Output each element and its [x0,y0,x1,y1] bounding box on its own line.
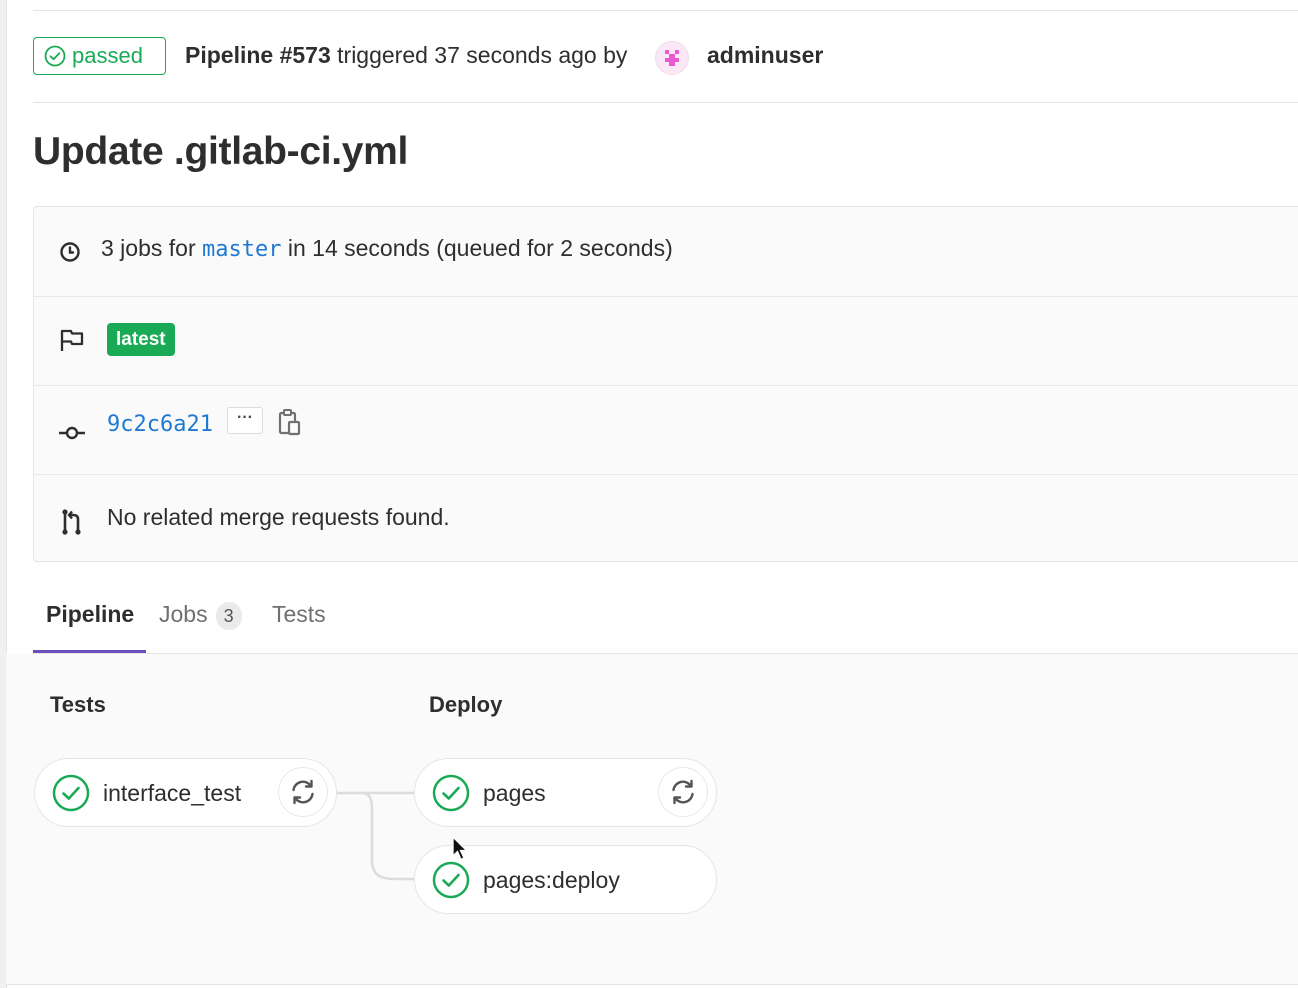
clock-icon [60,242,80,262]
pipeline-info-panel: 3 jobs for master in 14 seconds (queued … [33,206,1298,562]
status-label: passed [72,43,143,68]
pipeline-summary: Pipeline #573 triggered 37 seconds ago b… [185,42,627,69]
identicon-icon [665,50,679,66]
clipboard-icon[interactable] [277,408,305,438]
jobs-count-badge: 3 [215,601,242,630]
mouse-cursor-icon [452,836,469,861]
commit-row: 9c2c6a21 ··· [34,385,1298,475]
retry-icon [672,779,694,805]
commit-title: Update .gitlab-ci.yml [33,130,409,173]
branch-link[interactable]: master [202,237,281,262]
retry-icon [292,779,314,805]
job-name: interface_test [103,780,242,806]
badges-row: latest [34,296,1298,386]
status-badge[interactable]: passed [33,37,166,75]
commit-icon [59,426,85,440]
job-pages[interactable]: pages [414,758,717,827]
pipeline-graph: Tests Deploy interface_test pages pages:… [6,654,1298,985]
retry-button[interactable] [278,767,328,817]
duration-text: 3 jobs for master in 14 seconds (queued … [101,235,673,262]
merge-requests-row: No related merge requests found. [34,474,1298,563]
top-divider [33,10,1298,11]
stage-title-deploy: Deploy [429,692,503,717]
author-link[interactable]: adminuser [707,42,823,69]
retry-button[interactable] [658,767,708,817]
stage-title-tests: Tests [50,692,106,717]
commit-sha-link[interactable]: 9c2c6a21 [107,412,213,437]
check-circle-icon [44,45,66,67]
pipeline-id: Pipeline #573 [185,42,331,68]
job-name: pages:deploy [483,867,620,893]
expand-message-button[interactable]: ··· [227,407,263,434]
active-tab-indicator [33,650,146,653]
jobs-prefix: 3 jobs for [101,235,196,261]
merge-request-icon [62,509,81,535]
check-circle-icon [432,861,470,899]
tab-tests[interactable]: Tests [272,601,326,628]
job-interface-test[interactable]: interface_test [34,758,337,827]
tab-pipeline[interactable]: Pipeline [46,601,134,628]
flag-icon [60,329,84,351]
check-circle-icon [432,774,470,812]
duration-row: 3 jobs for master in 14 seconds (queued … [34,207,1298,297]
pipeline-header: passed Pipeline #573 triggered 37 second… [33,36,1298,103]
jobs-suffix: in 14 seconds (queued for 2 seconds) [287,235,673,261]
triggered-text: triggered 37 seconds ago by [337,42,628,68]
job-name: pages [483,780,546,806]
latest-badge[interactable]: latest [107,323,175,356]
pipeline-tabs: Pipeline Jobs 3 Tests [33,580,1298,654]
tab-jobs[interactable]: Jobs 3 [159,601,242,630]
avatar[interactable] [655,41,689,75]
tab-jobs-label: Jobs [159,601,208,627]
check-circle-icon [52,774,90,812]
merge-requests-text: No related merge requests found. [107,504,450,530]
